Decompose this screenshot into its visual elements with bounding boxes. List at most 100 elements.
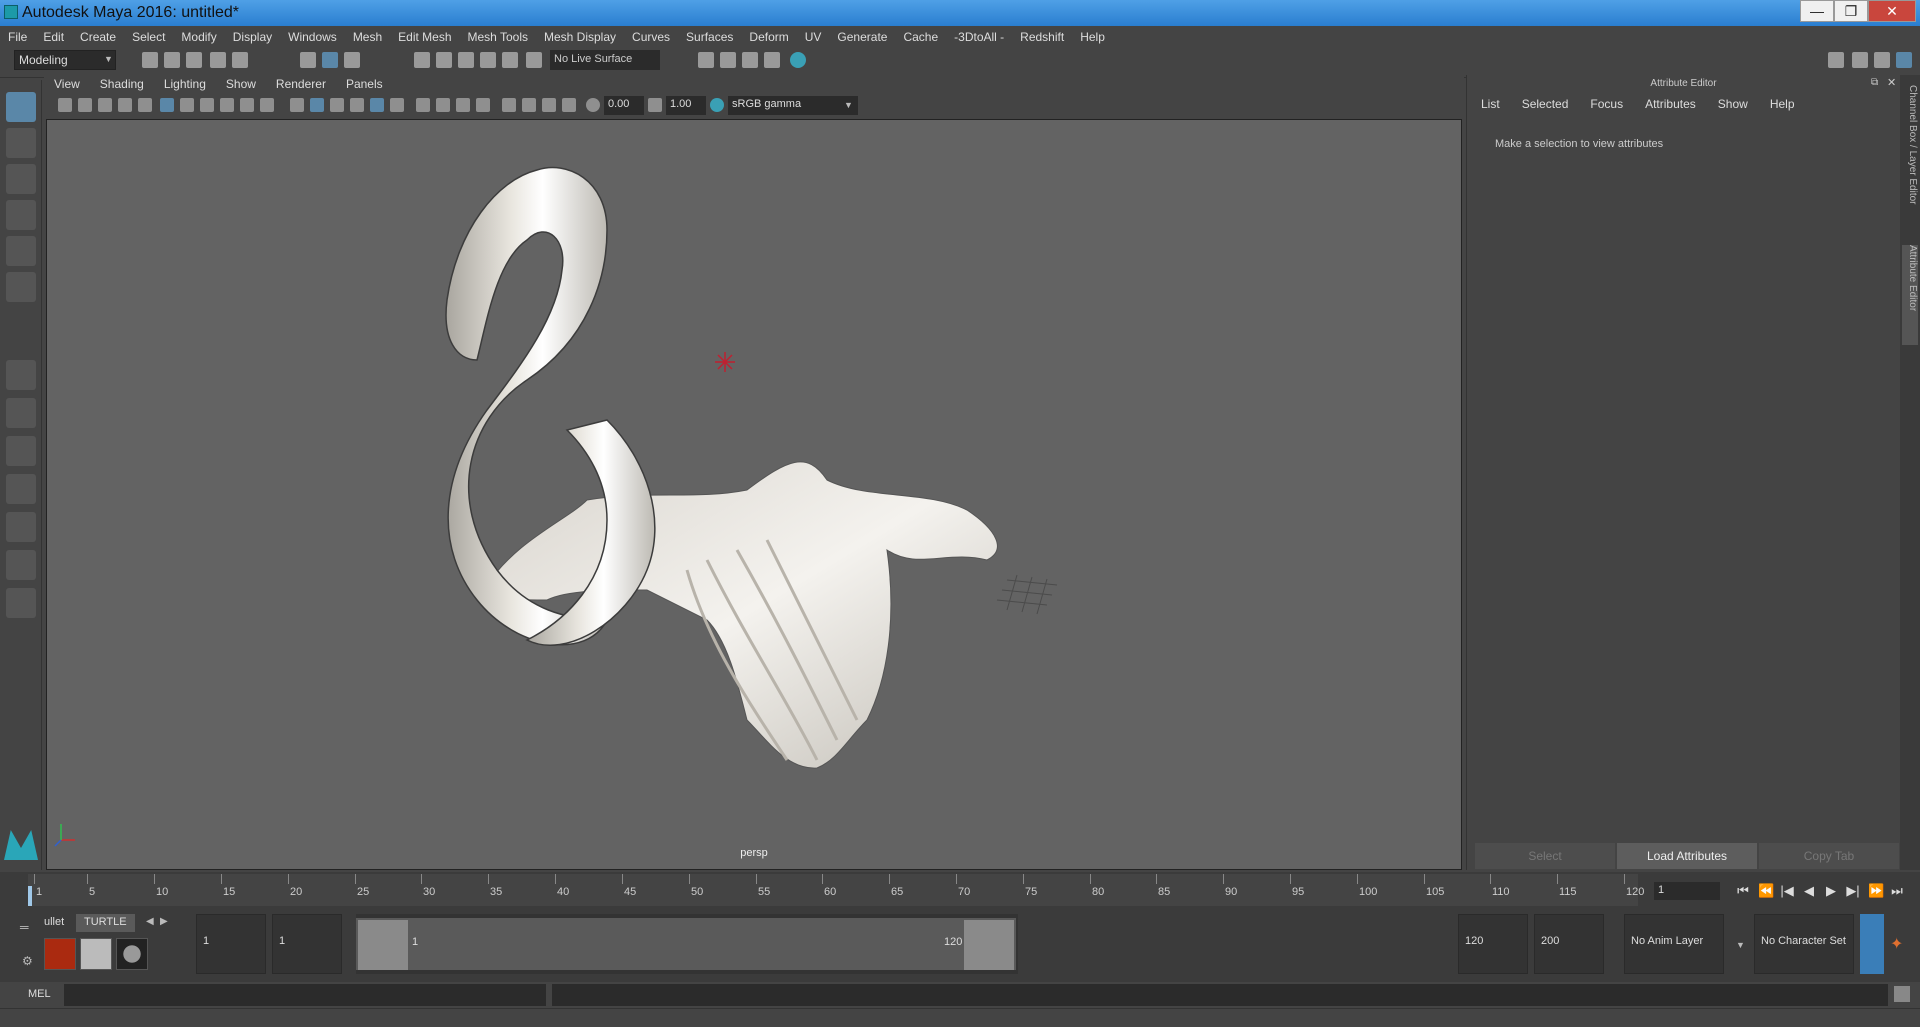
shelf-tab-turtle[interactable]: TURTLE [76, 914, 135, 932]
depth-of-field-icon[interactable] [476, 98, 490, 112]
exposure-icon[interactable] [586, 98, 600, 112]
play-backwards-icon[interactable]: ◀ [1802, 884, 1816, 898]
lasso-tool-icon[interactable] [6, 128, 36, 158]
save-scene-icon[interactable] [186, 52, 202, 68]
snap-point-icon[interactable] [458, 52, 474, 68]
menu-mesh-tools[interactable]: Mesh Tools [468, 30, 528, 44]
turtle-bake-icon[interactable] [80, 938, 112, 970]
scale-tool-icon[interactable] [6, 272, 36, 302]
snap-live-icon[interactable] [526, 52, 542, 68]
anti-aliasing-icon[interactable] [456, 98, 470, 112]
live-surface-field[interactable]: No Live Surface [550, 50, 660, 70]
menu-uv[interactable]: UV [805, 30, 822, 44]
character-set-dropdown[interactable]: No Character Set [1754, 914, 1854, 974]
range-start-handle[interactable] [358, 920, 408, 970]
maximize-button[interactable]: ❐ [1834, 0, 1868, 22]
minimize-button[interactable]: — [1800, 0, 1834, 22]
render-frame-icon[interactable] [720, 52, 736, 68]
four-pane-layout-icon[interactable] [6, 398, 36, 428]
undo-icon[interactable] [210, 52, 226, 68]
menu-3dtoall[interactable]: -3DtoAll - [954, 30, 1004, 44]
copy-tab-button[interactable]: Copy Tab [1759, 843, 1899, 869]
menu-create[interactable]: Create [80, 30, 116, 44]
turtle-render-icon[interactable] [44, 938, 76, 970]
two-d-pan-icon[interactable] [138, 98, 152, 112]
two-pane-layout-icon[interactable] [6, 436, 36, 466]
menu-generate[interactable]: Generate [837, 30, 887, 44]
menu-edit-mesh[interactable]: Edit Mesh [398, 30, 451, 44]
select-object-icon[interactable] [322, 52, 338, 68]
start-frame-field[interactable]: 1 [196, 914, 266, 974]
bookmark-icon[interactable] [98, 98, 112, 112]
playback-start-field[interactable]: 1 [272, 914, 342, 974]
ae-menu-show[interactable]: Show [1718, 97, 1748, 111]
menu-mesh-display[interactable]: Mesh Display [544, 30, 616, 44]
hypershade-layout-icon[interactable] [6, 550, 36, 580]
hypershade-icon[interactable] [790, 52, 806, 68]
ae-menu-selected[interactable]: Selected [1522, 97, 1569, 111]
ipr-render-icon[interactable] [742, 52, 758, 68]
vp-menu-view[interactable]: View [54, 77, 80, 91]
command-input[interactable] [64, 984, 546, 1006]
camera-attributes-icon[interactable] [78, 98, 92, 112]
end-frame-field[interactable]: 200 [1534, 914, 1604, 974]
safe-action-icon[interactable] [260, 98, 274, 112]
step-forward-key-icon[interactable]: ⏩ [1868, 884, 1884, 898]
exposure-field[interactable]: 0.00 [604, 96, 644, 115]
menu-select[interactable]: Select [132, 30, 165, 44]
redo-icon[interactable] [232, 52, 248, 68]
shelf-settings-icon[interactable]: ⚙ [22, 954, 33, 968]
scene-view[interactable]: persp [46, 119, 1462, 870]
smooth-shade-icon[interactable] [310, 98, 324, 112]
shelf-tab-bullet[interactable]: ullet [36, 914, 72, 932]
ambient-occlusion-icon[interactable] [416, 98, 430, 112]
toggle-panel-icon[interactable] [1852, 52, 1868, 68]
snap-curve-icon[interactable] [436, 52, 452, 68]
menu-windows[interactable]: Windows [288, 30, 337, 44]
range-end-handle[interactable] [964, 920, 1014, 970]
xray-joints-icon[interactable] [542, 98, 556, 112]
select-tool-icon[interactable] [6, 92, 36, 122]
current-time-indicator[interactable] [28, 886, 32, 906]
ae-menu-list[interactable]: List [1481, 97, 1500, 111]
select-hierarchy-icon[interactable] [300, 52, 316, 68]
use-all-lights-icon[interactable] [370, 98, 384, 112]
open-scene-icon[interactable] [164, 52, 180, 68]
playback-end-field[interactable]: 120 [1458, 914, 1528, 974]
field-chart-icon[interactable] [240, 98, 254, 112]
step-back-key-icon[interactable]: ⏪ [1758, 884, 1774, 898]
shelf-scroll-left-icon[interactable]: ◀ [146, 916, 154, 927]
isolate-select-icon[interactable] [502, 98, 516, 112]
menu-help[interactable]: Help [1080, 30, 1105, 44]
collapse-toolbox-icon[interactable] [6, 588, 36, 618]
range-slider[interactable]: 1 120 [356, 914, 1018, 974]
menu-mesh[interactable]: Mesh [353, 30, 382, 44]
menu-cache[interactable]: Cache [903, 30, 938, 44]
select-button[interactable]: Select [1475, 843, 1615, 869]
ae-menu-attributes[interactable]: Attributes [1645, 97, 1696, 111]
vp-menu-show[interactable]: Show [226, 77, 256, 91]
menu-modify[interactable]: Modify [181, 30, 216, 44]
grid-toggle-icon[interactable] [160, 98, 174, 112]
wireframe-icon[interactable] [290, 98, 304, 112]
channel-box-icon[interactable] [1896, 52, 1912, 68]
vp-menu-lighting[interactable]: Lighting [164, 77, 206, 91]
menu-redshift[interactable]: Redshift [1020, 30, 1064, 44]
close-panel-icon[interactable]: ✕ [1887, 76, 1896, 89]
render-setup-icon[interactable] [698, 52, 714, 68]
tab-channel-box[interactable]: Channel Box / Layer Editor [1902, 85, 1918, 205]
current-frame-field[interactable]: 1 [1654, 882, 1720, 900]
menu-display[interactable]: Display [233, 30, 272, 44]
image-plane-icon[interactable] [118, 98, 132, 112]
xray-components-icon[interactable] [562, 98, 576, 112]
tab-attribute-editor[interactable]: Attribute Editor [1902, 245, 1918, 345]
resolution-gate-icon[interactable] [200, 98, 214, 112]
gamma-field[interactable]: 1.00 [666, 96, 706, 115]
vp-menu-panels[interactable]: Panels [346, 77, 383, 91]
ae-menu-focus[interactable]: Focus [1590, 97, 1623, 111]
snap-view-icon[interactable] [480, 52, 496, 68]
time-ruler[interactable]: 1 5 10 15 20 25 30 35 40 45 50 55 60 65 70 75 80 85 90 95 10… [28, 874, 1644, 906]
vp-menu-renderer[interactable]: Renderer [276, 77, 326, 91]
motion-blur-icon[interactable] [436, 98, 450, 112]
single-pane-layout-icon[interactable] [6, 360, 36, 390]
